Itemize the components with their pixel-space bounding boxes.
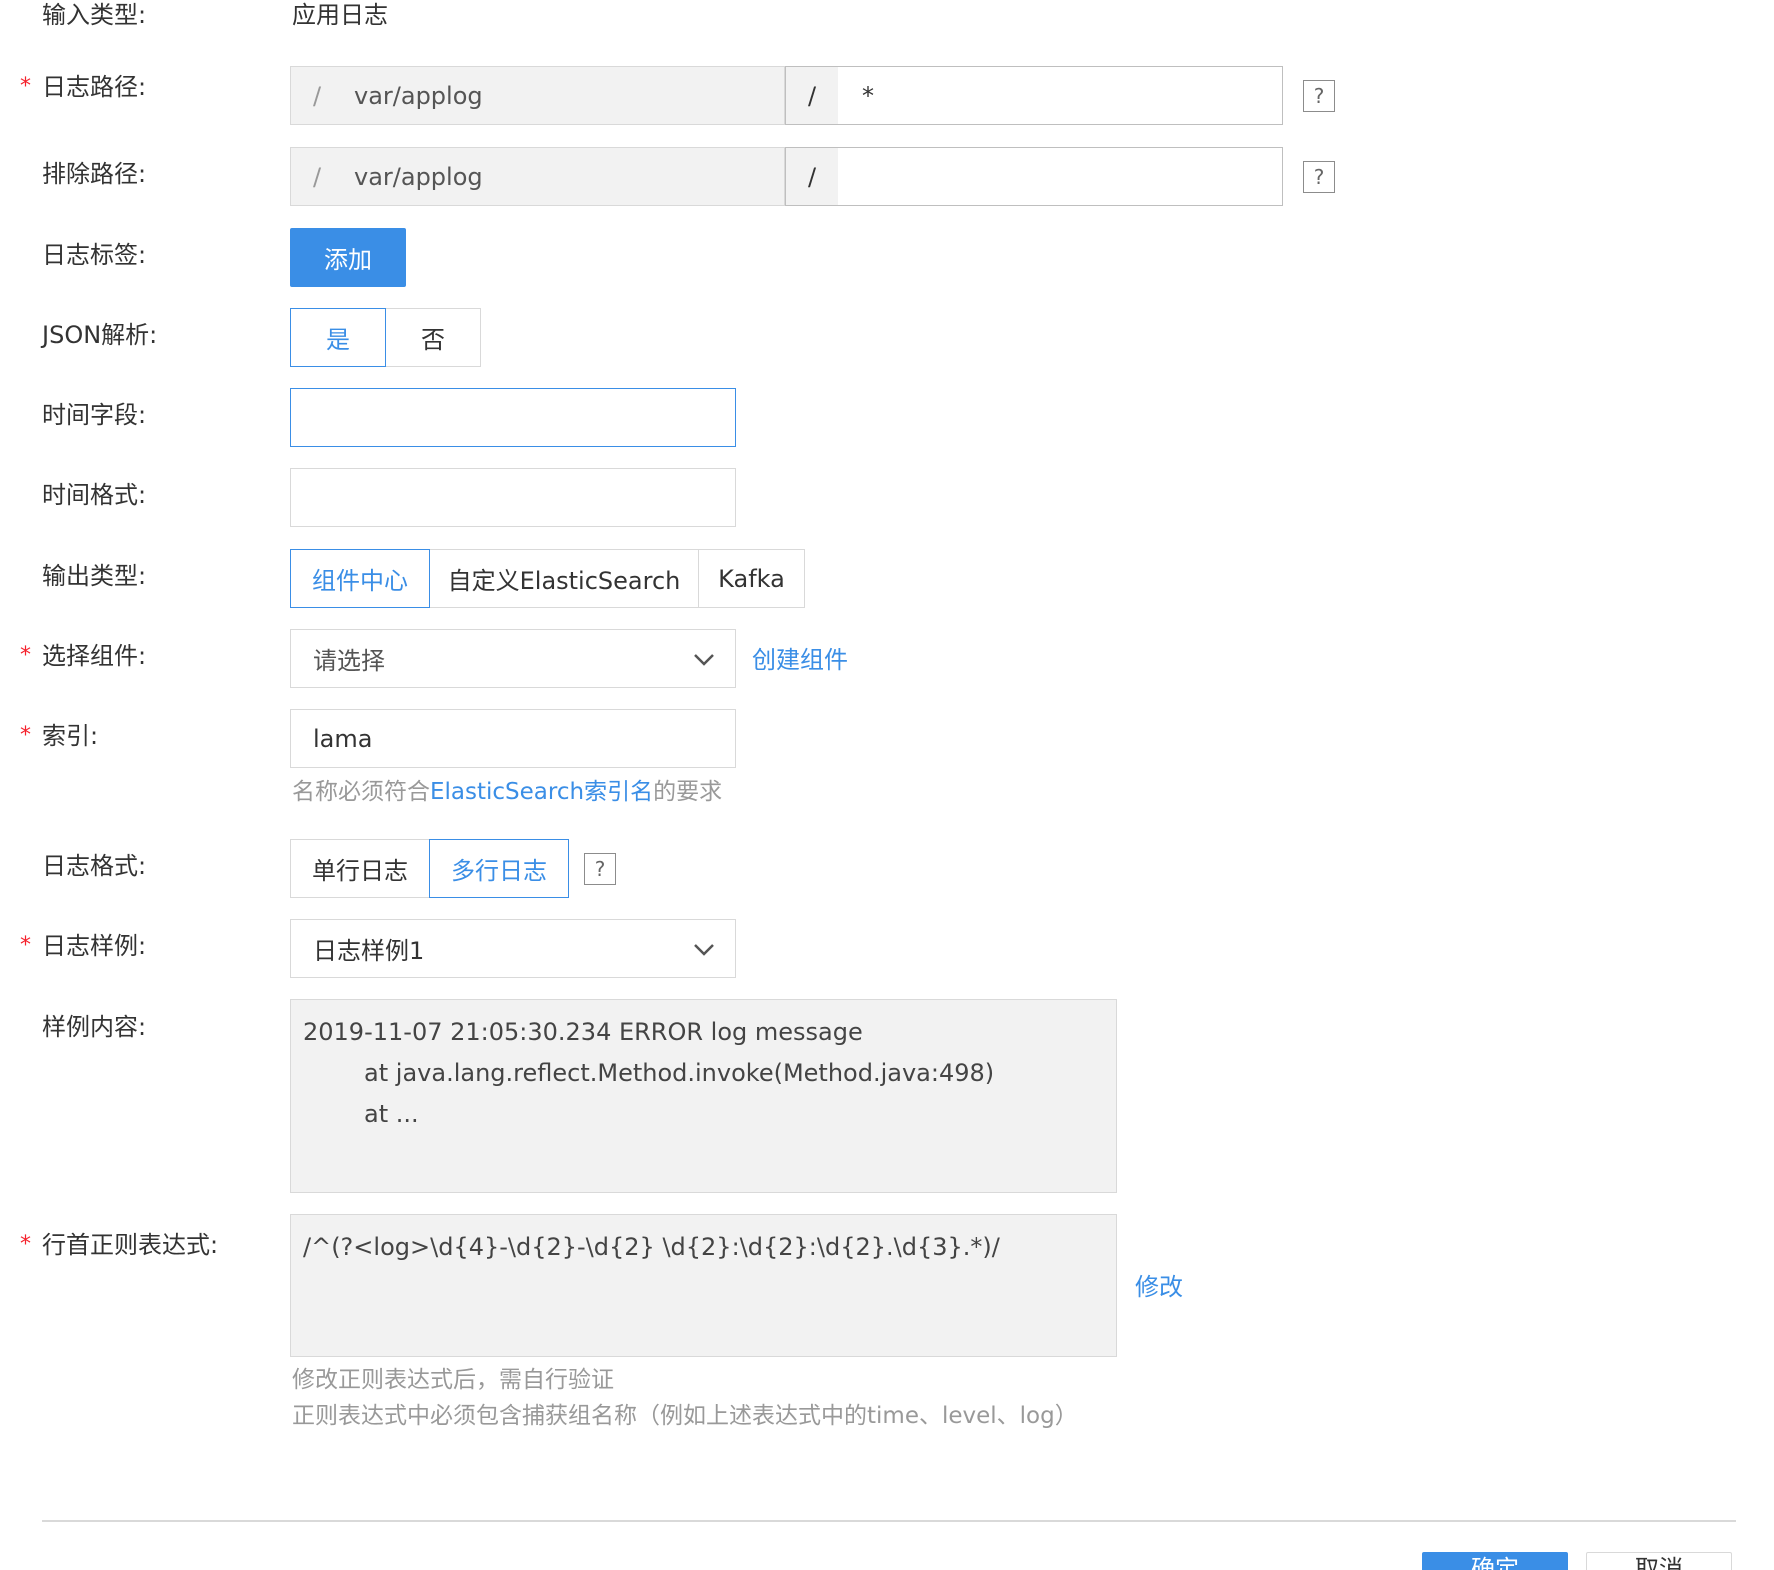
json-parse-toggle: 是 否 bbox=[290, 308, 481, 367]
input-type-value: 应用日志 bbox=[292, 1, 388, 29]
line-regex-area[interactable]: /^(?<log>\d{4}-\d{2}-\d{2} \d{2}:\d{2}:\… bbox=[290, 1214, 1117, 1357]
exclude-path-group: / var/applog / bbox=[290, 147, 1283, 206]
required-mark: * bbox=[20, 723, 31, 748]
index-hint-prefix: 名称必须符合 bbox=[292, 779, 430, 805]
component-label: 选择组件: bbox=[42, 642, 147, 670]
es-index-name-link[interactable]: ElasticSearch索引名 bbox=[430, 779, 653, 805]
confirm-button-label: 确定 bbox=[1471, 1555, 1519, 1570]
output-type-custom-es[interactable]: 自定义ElasticSearch bbox=[429, 549, 699, 608]
log-format-toggle: 单行日志 多行日志 bbox=[290, 839, 569, 898]
log-sample-label: 日志样例: bbox=[42, 932, 147, 960]
log-path-help-icon[interactable]: ? bbox=[1303, 80, 1335, 112]
confirm-button[interactable]: 确定 bbox=[1422, 1552, 1568, 1570]
exclude-path-label: 排除路径: bbox=[42, 160, 147, 188]
time-format-input[interactable] bbox=[290, 468, 736, 527]
create-component-link[interactable]: 创建组件 bbox=[752, 640, 848, 675]
json-parse-yes[interactable]: 是 bbox=[290, 308, 386, 367]
exclude-path-help-icon[interactable]: ? bbox=[1303, 161, 1335, 193]
cancel-button-label: 取消 bbox=[1635, 1555, 1683, 1570]
regex-hint-1: 修改正则表达式后，需自行验证 bbox=[292, 1367, 614, 1393]
sample-line: at java.lang.reflect.Method.invoke(Metho… bbox=[303, 1059, 995, 1087]
log-path-base: var/applog bbox=[343, 66, 785, 125]
time-field-input[interactable] bbox=[290, 388, 736, 447]
log-format-label: 日志格式: bbox=[42, 852, 147, 880]
json-parse-label: JSON解析: bbox=[42, 321, 158, 349]
required-mark: * bbox=[20, 933, 31, 958]
json-parse-no[interactable]: 否 bbox=[385, 308, 481, 367]
exclude-path-input[interactable] bbox=[838, 147, 1283, 206]
log-tags-label: 日志标签: bbox=[42, 241, 147, 269]
log-format-help-icon[interactable]: ? bbox=[584, 853, 616, 885]
log-path-group: / var/applog / * bbox=[290, 66, 1283, 125]
output-type-kafka[interactable]: Kafka bbox=[698, 549, 805, 608]
edit-regex-link[interactable]: 修改 bbox=[1135, 1267, 1183, 1302]
sample-content-area: 2019-11-07 21:05:30.234 ERROR log messag… bbox=[290, 999, 1117, 1193]
log-format-single[interactable]: 单行日志 bbox=[290, 839, 430, 898]
line-regex-value: /^(?<log>\d{4}-\d{2}-\d{2} \d{2}:\d{2}:\… bbox=[303, 1233, 1000, 1261]
log-sample-select-value: 日志样例1 bbox=[313, 937, 425, 965]
output-type-label: 输出类型: bbox=[42, 562, 147, 590]
log-sample-select[interactable]: 日志样例1 bbox=[290, 919, 736, 978]
required-mark: * bbox=[20, 1232, 31, 1257]
exclude-path-prefix: / bbox=[290, 147, 343, 206]
required-mark: * bbox=[20, 74, 31, 99]
index-label: 索引: bbox=[42, 722, 99, 750]
sample-line: at ... bbox=[303, 1100, 419, 1128]
time-field-label: 时间字段: bbox=[42, 401, 147, 429]
add-tag-button[interactable]: 添加 bbox=[290, 228, 406, 287]
chevron-down-icon bbox=[694, 654, 714, 666]
exclude-path-base: var/applog bbox=[343, 147, 785, 206]
log-path-prefix: / bbox=[290, 66, 343, 125]
sample-line: 2019-11-07 21:05:30.234 ERROR log messag… bbox=[303, 1018, 863, 1046]
output-type-component-center[interactable]: 组件中心 bbox=[290, 549, 430, 608]
index-hint-suffix: 的要求 bbox=[653, 779, 723, 805]
time-format-label: 时间格式: bbox=[42, 481, 147, 509]
footer-divider bbox=[42, 1520, 1736, 1522]
component-select-value: 请选择 bbox=[313, 647, 385, 675]
output-type-toggle: 组件中心 自定义ElasticSearch Kafka bbox=[290, 549, 805, 608]
log-path-slash: / bbox=[785, 66, 838, 125]
index-input[interactable]: lama bbox=[290, 709, 736, 768]
chevron-down-icon bbox=[694, 944, 714, 956]
line-regex-label: 行首正则表达式: bbox=[42, 1231, 219, 1259]
log-path-input[interactable]: * bbox=[838, 66, 1283, 125]
cancel-button[interactable]: 取消 bbox=[1586, 1552, 1732, 1570]
exclude-path-slash: / bbox=[785, 147, 838, 206]
log-format-multi[interactable]: 多行日志 bbox=[429, 839, 569, 898]
index-hint: 名称必须符合ElasticSearch索引名的要求 bbox=[292, 774, 722, 810]
log-path-label: 日志路径: bbox=[42, 73, 147, 101]
required-mark: * bbox=[20, 643, 31, 668]
component-select[interactable]: 请选择 bbox=[290, 629, 736, 688]
regex-hint-2: 正则表达式中必须包含捕获组名称（例如上述表达式中的time、level、log） bbox=[292, 1403, 1078, 1429]
sample-content-label: 样例内容: bbox=[42, 1013, 147, 1041]
input-type-label: 输入类型: bbox=[42, 1, 147, 29]
